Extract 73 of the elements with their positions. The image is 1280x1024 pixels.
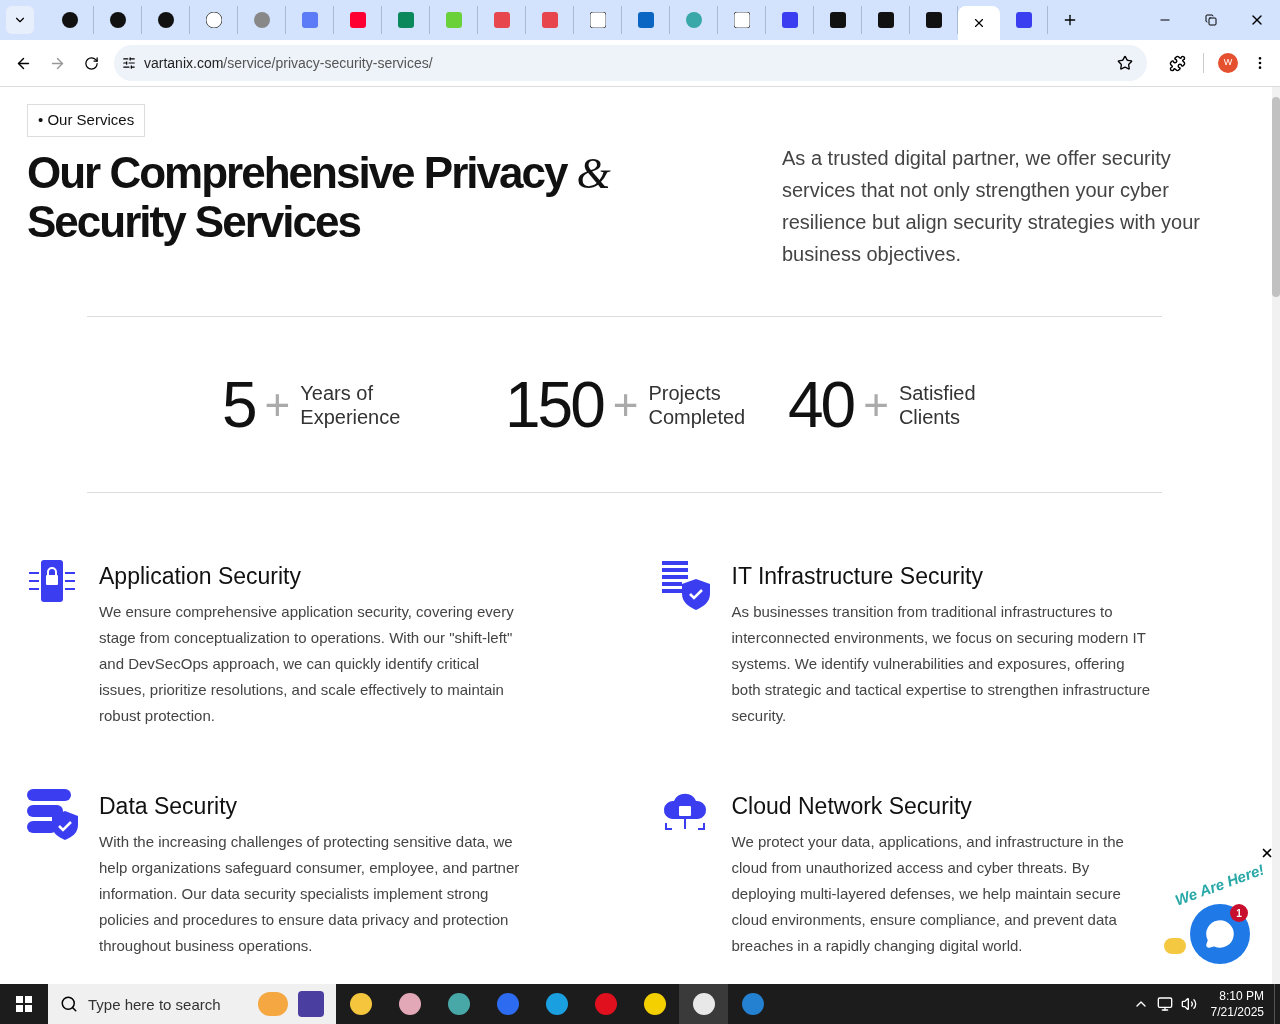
site-icon — [733, 12, 750, 28]
site-icon — [541, 12, 558, 28]
app-icon — [741, 993, 764, 1015]
volume-icon[interactable] — [1180, 996, 1197, 1012]
app-icon — [398, 993, 421, 1015]
bookmark-icon[interactable] — [1117, 55, 1133, 71]
stat-number: 40 — [788, 367, 854, 443]
site-icon — [61, 12, 78, 28]
close-icon[interactable] — [972, 16, 986, 30]
site-icon — [829, 12, 846, 28]
intro-paragraph: As a trusted digital partner, we offer security services that not only strengthen your cyber resilience but align security strategies with your business objectives. — [782, 146, 1201, 267]
site-icon — [301, 12, 318, 28]
profile-avatar[interactable]: W — [1218, 53, 1238, 73]
chat-bubble-icon — [1205, 919, 1235, 949]
reload-icon — [83, 55, 99, 71]
site-icon — [253, 12, 270, 28]
app-icon — [496, 993, 519, 1015]
service-description: With the increasing challenges of protecting sensitive data, we help organizations safeguard consumer, employee, and partner information. Our data security specialists implement strong policies and procedures to ensure data privacy and protection throughout business operations. — [99, 832, 521, 956]
app-icon — [447, 993, 470, 1015]
database-shield-icon — [27, 789, 79, 841]
service-title: Application Security — [99, 562, 302, 591]
app-icon — [349, 993, 372, 1015]
service-title: IT Infrastructure Security — [731, 562, 984, 591]
page-heading: Our Comprehensive Privacy & Security Services — [27, 148, 611, 246]
address-bar[interactable]: vartanix.com/service/privacy-security-services/ — [114, 45, 1147, 81]
plus-sign: + — [863, 378, 889, 431]
site-icon — [493, 12, 510, 28]
service-title: Data Security — [99, 792, 239, 821]
site-icon — [589, 12, 606, 28]
restore-icon — [1205, 14, 1217, 26]
plus-icon — [1062, 12, 1078, 28]
plus-sign: + — [612, 378, 639, 431]
service-description: We ensure comprehensive application security, covering every stage from conceptualization to operations. With our "shift-left" and DevSecOps approach, we can quickly identify critical issues, prioritize resolutions, and scale effectively to maintain robust protection. — [99, 602, 515, 726]
site-icon — [877, 12, 894, 28]
site-icon — [157, 12, 174, 28]
site-icon — [349, 12, 366, 28]
chat-button[interactable] — [1190, 904, 1250, 964]
stat-label: Projects Completed — [648, 380, 747, 429]
taskbar-app-icon[interactable] — [679, 984, 728, 1024]
app-icon — [692, 993, 715, 1015]
clock[interactable]: 8:10 PM 7/21/2025 — [1200, 988, 1274, 1020]
close-widget-button[interactable] — [1260, 846, 1274, 860]
unread-badge: 1 — [1230, 904, 1248, 922]
site-icon — [109, 12, 126, 28]
search-icon — [60, 995, 78, 1013]
section-badge: • Our Services — [27, 104, 146, 137]
app-icon — [643, 993, 666, 1015]
phone-lock-icon — [27, 559, 77, 603]
stat-number: 5 — [222, 367, 255, 443]
app-icon — [545, 993, 568, 1015]
site-icon — [205, 12, 222, 28]
stat-label: Satisfied Clients — [898, 380, 977, 429]
stat-number: 150 — [505, 367, 603, 443]
windows-icon — [16, 996, 32, 1012]
site-icon — [637, 12, 654, 28]
site-icon — [1015, 12, 1032, 28]
site-icon — [781, 12, 798, 28]
service-title: Cloud Network Security — [731, 792, 973, 821]
site-icon — [445, 12, 462, 28]
site-settings-icon[interactable] — [122, 56, 136, 70]
network-icon[interactable] — [1156, 996, 1173, 1012]
close-icon — [1260, 846, 1274, 860]
server-shield-icon — [659, 559, 712, 611]
app-icon — [594, 993, 617, 1015]
stat-label: Years of Experience — [300, 380, 402, 429]
site-icon — [685, 12, 702, 28]
puzzle-icon — [1168, 54, 1186, 72]
site-icon — [925, 12, 942, 28]
service-description: We protect your data, applications, and infrastructure in the cloud from unauthorized access and cyber threats. By deploying multi-layered defenses, we help maintain secure cloud environments, ensure compliance, and prevent data breaches in a rapidly changing digital world. — [731, 832, 1125, 956]
site-icon — [397, 12, 414, 28]
url-text: vartanix.com/service/privacy-security-services/ — [144, 53, 433, 73]
plus-sign: + — [264, 378, 291, 431]
service-description: As businesses transition from traditional infrastructures to interconnected environments, we focus on securing modern IT systems. We identify vulnerabilities and exposures, offering both strategic and tactical expertise to strengthen infrastructure security. — [731, 602, 1152, 726]
